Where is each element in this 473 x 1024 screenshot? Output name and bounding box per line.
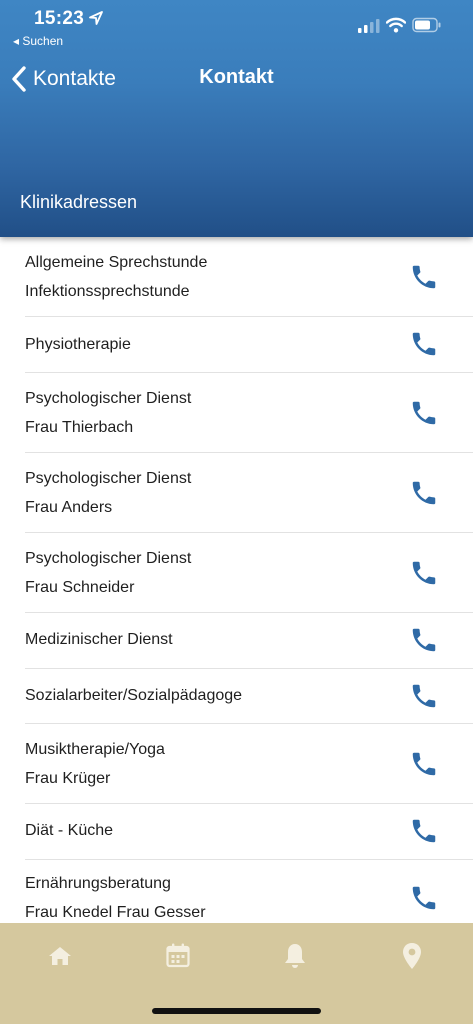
phone-icon[interactable]: [409, 625, 439, 655]
back-button-label: Kontakte: [33, 67, 116, 90]
contact-name: Psychologischer Dienst: [25, 390, 192, 407]
contact-name: Psychologischer Dienst: [25, 550, 192, 567]
contact-name: Ernährungsberatung: [25, 875, 171, 892]
contact-row[interactable]: Psychologischer Dienst Frau Thierbach: [0, 373, 473, 452]
wifi-icon: [386, 17, 406, 33]
contact-row[interactable]: Medizinischer Dienst: [0, 613, 473, 668]
back-to-app-link[interactable]: ◂ Suchen: [13, 34, 63, 48]
phone-icon[interactable]: [409, 883, 439, 913]
home-indicator: [152, 1008, 321, 1014]
contact-row[interactable]: Psychologischer Dienst Frau Anders: [0, 453, 473, 532]
location-pin-icon[interactable]: [397, 941, 427, 971]
contact-row[interactable]: Ernährungsberatung Frau Knedel Frau Gess…: [0, 860, 473, 923]
phone-icon[interactable]: [409, 816, 439, 846]
location-arrow-icon: [89, 11, 103, 25]
phone-icon[interactable]: [409, 262, 439, 292]
contact-row[interactable]: Psychologischer Dienst Frau Schneider: [0, 533, 473, 612]
battery-icon: [412, 17, 441, 33]
contact-detail: Frau Schneider: [25, 579, 135, 596]
back-button[interactable]: Kontakte: [10, 62, 116, 96]
contact-name: Physiotherapie: [25, 336, 131, 353]
contact-row[interactable]: Allgemeine Sprechstunde Infektionssprech…: [0, 237, 473, 316]
contact-detail: Frau Thierbach: [25, 419, 134, 436]
home-icon[interactable]: [45, 941, 75, 971]
phone-icon[interactable]: [409, 478, 439, 508]
contact-name: Psychologischer Dienst: [25, 470, 192, 487]
contact-name: Musiktherapie/Yoga: [25, 741, 165, 758]
contact-list: Allgemeine Sprechstunde Infektionssprech…: [0, 237, 473, 923]
phone-icon[interactable]: [409, 329, 439, 359]
contact-row[interactable]: Diät - Küche: [0, 804, 473, 859]
status-time: 15:23: [34, 8, 85, 29]
contact-detail: Frau Knedel Frau Gesser: [25, 904, 206, 921]
contact-row[interactable]: Sozialarbeiter/Sozialpädagoge: [0, 669, 473, 723]
status-bar: 15:23 ◂ Suchen: [0, 0, 473, 54]
bell-icon[interactable]: [280, 941, 310, 971]
phone-icon[interactable]: [409, 398, 439, 428]
contact-row[interactable]: Musiktherapie/Yoga Frau Krüger: [0, 724, 473, 803]
contact-detail: Frau Krüger: [25, 770, 111, 787]
contact-row[interactable]: Physiotherapie: [0, 317, 473, 372]
chevron-left-icon: [12, 66, 26, 92]
phone-icon[interactable]: [409, 558, 439, 588]
calendar-icon[interactable]: [163, 941, 193, 971]
phone-icon[interactable]: [409, 681, 439, 711]
contact-detail: Frau Anders: [25, 499, 113, 516]
contact-name: Sozialarbeiter/Sozialpädagoge: [25, 687, 243, 704]
contact-name: Allgemeine Sprechstunde: [25, 254, 208, 271]
section-title: Klinikadressen: [20, 192, 138, 212]
contact-detail: Infektionssprechstunde: [25, 283, 190, 300]
signal-icon: [358, 19, 380, 33]
phone-icon[interactable]: [409, 749, 439, 779]
contact-name: Diät - Küche: [25, 822, 114, 839]
header: 15:23 ◂ Suchen Kontakte Kontakt Klinikad…: [0, 0, 473, 237]
contact-name: Medizinischer Dienst: [25, 631, 173, 648]
